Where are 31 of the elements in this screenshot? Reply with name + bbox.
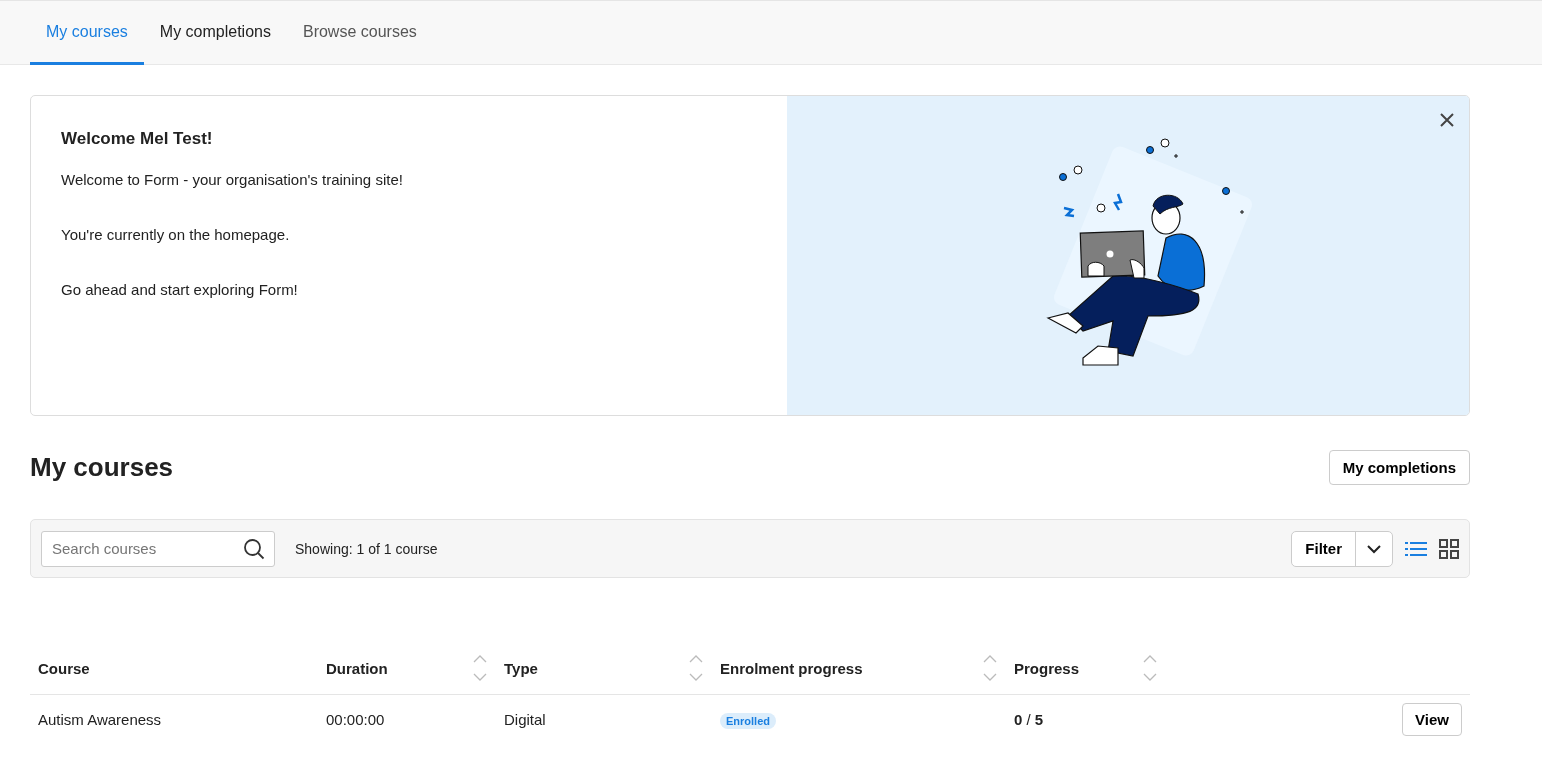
view-button[interactable]: View	[1402, 702, 1462, 736]
column-header: Progress	[1014, 659, 1080, 677]
banner-title: Welcome Mel Test!	[61, 129, 214, 149]
list-view-icon[interactable]	[1405, 539, 1427, 558]
course-name: Autism Awareness	[38, 710, 162, 728]
sort-icon[interactable]	[1142, 654, 1158, 682]
banner-text: You're currently on the homepage.	[61, 226, 291, 243]
search-icon	[243, 537, 265, 560]
sort-icon[interactable]	[472, 654, 488, 682]
tab[interactable]: My courses	[30, 1, 144, 65]
column-header: Type	[504, 659, 538, 677]
duration: 00:00:00	[326, 710, 385, 728]
section-title: My courses	[30, 452, 174, 483]
column-header: Course	[38, 659, 90, 677]
tab[interactable]: Browse courses	[286, 1, 433, 65]
sort-icon[interactable]	[688, 654, 704, 682]
banner-text: Welcome to Form - your organisation's training site!	[61, 171, 404, 188]
column-header: Enrolment progress	[720, 659, 863, 677]
result-count: Showing: 1 of 1 course	[295, 540, 438, 557]
grid-view-icon[interactable]	[1439, 538, 1459, 559]
column-header: Duration	[326, 659, 388, 677]
progress-count: 0 / 5	[1014, 710, 1044, 728]
my-completions-button[interactable]: My completions	[1328, 450, 1470, 485]
course-type: Digital	[504, 710, 546, 728]
caret-icon	[1366, 543, 1382, 554]
tab[interactable]: My completions	[143, 1, 287, 65]
sort-icon[interactable]	[982, 654, 998, 682]
search-field[interactable]: Search courses	[41, 530, 275, 567]
close-icon[interactable]	[1439, 112, 1455, 128]
status-badge: Enrolled	[720, 712, 776, 729]
banner-text: Go ahead and start exploring Form!	[61, 281, 299, 298]
